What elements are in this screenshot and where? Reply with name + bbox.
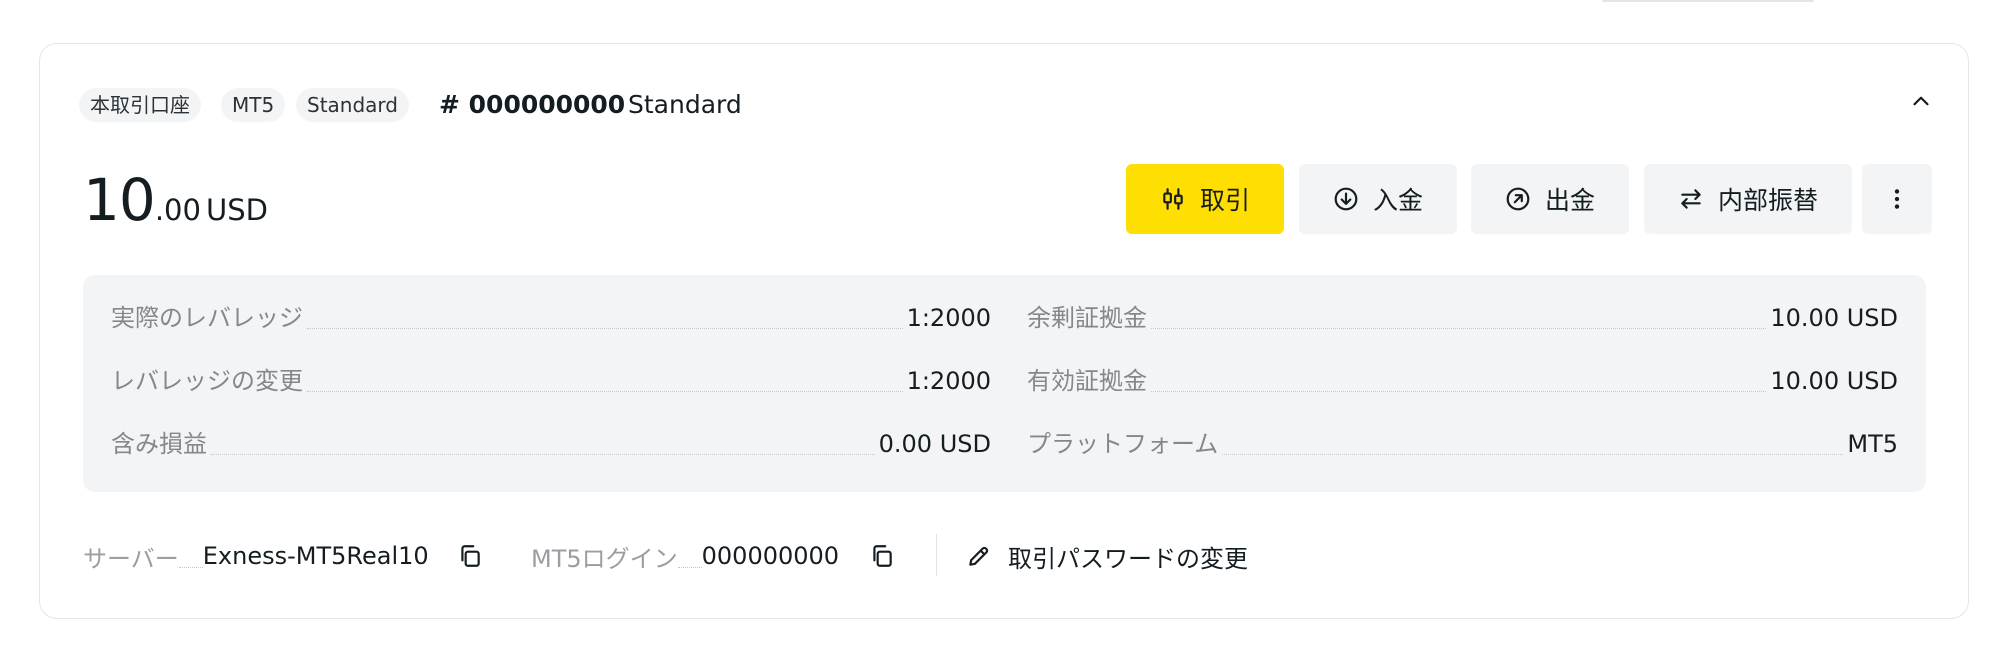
- top-tab-indicator: [1602, 0, 1814, 2]
- dotted-leader: [1151, 391, 1767, 392]
- stat-label: 実際のレバレッジ: [111, 304, 303, 332]
- stat-row-free-margin: 余剰証拠金 10.00 USD: [1027, 297, 1898, 333]
- more-actions-button[interactable]: [1862, 164, 1932, 234]
- change-trading-password-label: 取引パスワードの変更: [1008, 544, 1248, 573]
- account-balance: 10.00 USD: [83, 166, 268, 236]
- account-number: # 000000000: [439, 90, 626, 119]
- mt5-login-value: 000000000: [701, 542, 840, 570]
- stat-label: 余剰証拠金: [1027, 304, 1147, 332]
- deposit-button-label: 入金: [1372, 186, 1423, 215]
- more-vertical-icon: [1894, 189, 1900, 209]
- account-card: 本取引口座 MT5 Standard # 000000000 Standard …: [39, 43, 1969, 619]
- change-trading-password-link[interactable]: 取引パスワードの変更: [966, 538, 1248, 574]
- stat-label: 有効証拠金: [1027, 367, 1147, 395]
- trade-button-label: 取引: [1199, 186, 1250, 215]
- stat-label: プラットフォーム: [1027, 430, 1219, 458]
- footer-divider: [936, 534, 937, 576]
- stat-label: レバレッジの変更: [111, 367, 303, 395]
- server-value: Exness-MT5Real10: [202, 542, 429, 570]
- platform-tag: MT5: [221, 88, 286, 122]
- stat-value: MT5: [1847, 430, 1898, 458]
- stat-value: 0.00 USD: [878, 430, 991, 458]
- account-plan-tag: Standard: [296, 88, 409, 122]
- dotted-leader: [178, 566, 203, 568]
- account-name: Standard: [628, 90, 742, 119]
- account-type-tag: 本取引口座: [79, 88, 201, 122]
- stat-value: 1:2000: [906, 304, 991, 332]
- stat-value: 1:2000: [906, 367, 991, 395]
- dotted-leader: [1151, 328, 1767, 329]
- candlestick-icon: [1163, 188, 1183, 210]
- stat-label: 含み損益: [111, 430, 207, 458]
- arrow-up-right-circle-icon: [1506, 187, 1530, 211]
- dotted-leader: [307, 328, 903, 329]
- dotted-leader: [211, 454, 875, 455]
- dotted-leader: [677, 566, 702, 568]
- copy-icon[interactable]: [457, 543, 483, 569]
- chevron-up-icon[interactable]: [1908, 88, 1934, 114]
- stat-row-effective-leverage: 実際のレバレッジ 1:2000: [111, 297, 991, 333]
- stat-row-equity: 有効証拠金 10.00 USD: [1027, 360, 1898, 396]
- balance-decimal: .00: [154, 193, 201, 227]
- dotted-leader: [307, 391, 903, 392]
- withdraw-button[interactable]: 出金: [1471, 164, 1629, 234]
- arrow-down-circle-icon: [1334, 187, 1358, 211]
- stat-row-leverage-change: レバレッジの変更 1:2000: [111, 360, 991, 396]
- stat-value: 10.00 USD: [1770, 304, 1898, 332]
- server-label: サーバー: [83, 544, 179, 573]
- withdraw-button-label: 出金: [1544, 186, 1595, 215]
- deposit-button[interactable]: 入金: [1299, 164, 1457, 234]
- server-info: サーバー Exness-MT5Real10: [83, 538, 483, 574]
- stat-row-unrealized-pnl: 含み損益 0.00 USD: [111, 423, 991, 459]
- copy-icon[interactable]: [869, 543, 895, 569]
- dotted-leader: [1222, 454, 1844, 455]
- account-details-panel: 実際のレバレッジ 1:2000 レバレッジの変更 1:2000 含み損益 0.0…: [83, 275, 1926, 492]
- pencil-icon: [969, 546, 989, 566]
- balance-integer: 10: [83, 166, 156, 234]
- trade-button[interactable]: 取引: [1126, 164, 1284, 234]
- balance-currency: USD: [206, 193, 268, 227]
- stat-row-platform: プラットフォーム MT5: [1027, 423, 1898, 459]
- internal-transfer-button-label: 内部振替: [1717, 186, 1818, 215]
- internal-transfer-button[interactable]: 内部振替: [1644, 164, 1852, 234]
- stat-value: 10.00 USD: [1770, 367, 1898, 395]
- mt5-login-info: MT5ログイン 000000000: [531, 538, 895, 574]
- mt5-login-label: MT5ログイン: [531, 544, 678, 573]
- arrows-swap-icon: [1681, 189, 1701, 209]
